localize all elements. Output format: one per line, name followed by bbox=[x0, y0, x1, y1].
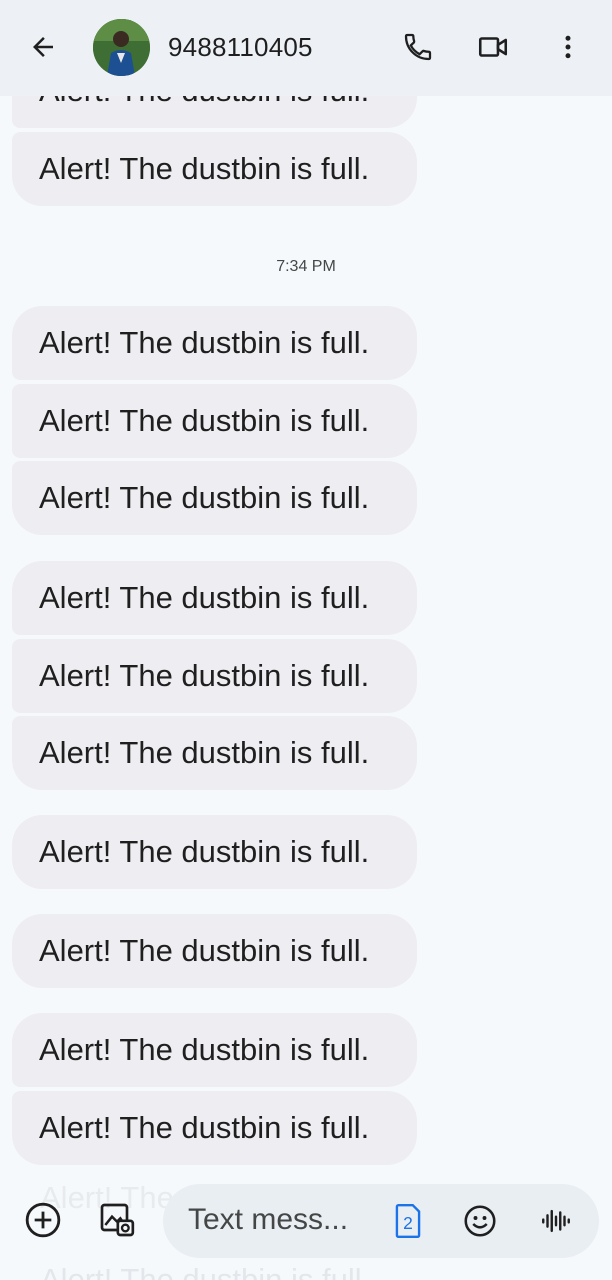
message-bubble[interactable]: Alert! The dustbin is full. bbox=[12, 306, 417, 380]
message-bubble[interactable]: Alert! The dustbin is full. bbox=[12, 132, 417, 206]
more-options-button[interactable] bbox=[548, 27, 588, 67]
gallery-icon bbox=[100, 1203, 135, 1237]
top-app-bar: 9488110405 bbox=[0, 0, 612, 96]
gallery-button[interactable] bbox=[96, 1199, 138, 1241]
message-thread[interactable]: Alert! The dustbin is full. Alert! The d… bbox=[0, 0, 612, 1280]
message-bubble[interactable]: Alert! The dustbin is full. bbox=[12, 639, 417, 713]
message-bubble[interactable]: Alert! The dustbin is full. bbox=[12, 461, 417, 535]
message-bubble[interactable]: Alert! The dustbin is full. bbox=[12, 716, 417, 790]
more-vertical-icon bbox=[565, 35, 571, 59]
emoji-icon bbox=[464, 1205, 496, 1237]
sim-number: 2 bbox=[403, 1213, 413, 1233]
video-camera-icon bbox=[478, 37, 508, 57]
contact-avatar[interactable] bbox=[93, 19, 150, 76]
faded-message-under-compose: Alert! The dustbin is full. bbox=[40, 1262, 371, 1280]
sim-selector-button[interactable]: 2 bbox=[387, 1200, 429, 1242]
arrow-left-icon bbox=[33, 37, 53, 57]
message-bubble[interactable]: Alert! The dustbin is full. bbox=[12, 561, 417, 635]
back-button[interactable] bbox=[26, 30, 60, 64]
contact-name[interactable]: 9488110405 bbox=[168, 32, 313, 63]
add-attachment-button[interactable] bbox=[22, 1199, 64, 1241]
message-input[interactable]: Text mess... 2 bbox=[163, 1184, 599, 1258]
avatar-photo bbox=[93, 19, 150, 76]
video-call-button[interactable] bbox=[473, 27, 513, 67]
timestamp: 7:34 PM bbox=[276, 258, 336, 275]
messages-screen: Alert! The dustbin is full. Alert! The d… bbox=[0, 0, 612, 1280]
voice-message-button[interactable] bbox=[535, 1200, 577, 1242]
add-circle-icon bbox=[25, 1202, 61, 1238]
message-input-placeholder: Text mess... bbox=[188, 1203, 349, 1236]
voice-waveform-icon bbox=[542, 1209, 570, 1233]
message-bubble[interactable]: Alert! The dustbin is full. bbox=[12, 1091, 417, 1165]
phone-icon bbox=[404, 33, 432, 61]
message-bubble[interactable]: Alert! The dustbin is full. bbox=[12, 815, 417, 889]
message-bubble[interactable]: Alert! The dustbin is full. bbox=[12, 914, 417, 988]
message-bubble[interactable]: Alert! The dustbin is full. bbox=[12, 1013, 417, 1087]
sim-card-icon: 2 bbox=[395, 1203, 421, 1239]
emoji-button[interactable] bbox=[459, 1200, 501, 1242]
message-bubble[interactable]: Alert! The dustbin is full. bbox=[12, 384, 417, 458]
call-button[interactable] bbox=[398, 27, 438, 67]
